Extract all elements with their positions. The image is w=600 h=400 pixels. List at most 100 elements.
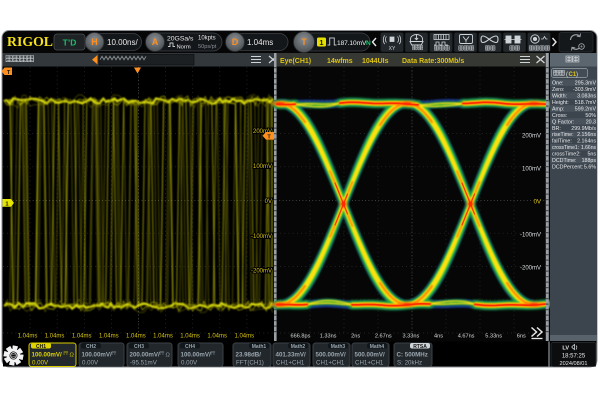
svg-text:3.33ns: 3.33ns bbox=[403, 334, 420, 340]
svg-text:2.67ns: 2.67ns bbox=[375, 334, 392, 340]
svg-text:1.04ms: 1.04ms bbox=[126, 334, 146, 340]
svg-text:Ω: Ω bbox=[166, 353, 171, 359]
svg-text:A: A bbox=[152, 37, 159, 47]
svg-text:H: H bbox=[91, 37, 98, 47]
svg-text:-95.51mV: -95.51mV bbox=[130, 360, 158, 367]
svg-text:1.66ns: 1.66ns bbox=[581, 145, 597, 151]
svg-text:295.3mV: 295.3mV bbox=[575, 81, 597, 87]
svg-text:23.98dB/: 23.98dB/ bbox=[236, 352, 262, 359]
svg-text:CH3: CH3 bbox=[134, 344, 144, 350]
svg-text:6ns: 6ns bbox=[517, 334, 526, 340]
svg-text:Math1: Math1 bbox=[252, 344, 267, 350]
svg-text:666.8ps: 666.8ps bbox=[291, 334, 311, 340]
svg-text:CH4: CH4 bbox=[185, 344, 195, 350]
svg-text:Cross:: Cross: bbox=[552, 113, 567, 119]
svg-text:Height:: Height: bbox=[552, 100, 569, 106]
svg-text:500.00mV/: 500.00mV/ bbox=[316, 352, 347, 359]
svg-text:Norm: Norm bbox=[177, 45, 191, 51]
svg-text:CH1+CH1: CH1+CH1 bbox=[355, 360, 384, 367]
svg-text:T’D: T’D bbox=[63, 38, 77, 48]
svg-text:-100mV: -100mV bbox=[520, 233, 541, 239]
svg-text:CH1+CH1: CH1+CH1 bbox=[316, 360, 345, 367]
svg-text:1: 1 bbox=[319, 38, 323, 47]
svg-text:299.9Mb/s: 299.9Mb/s bbox=[571, 126, 596, 132]
svg-text:4ns: 4ns bbox=[434, 334, 443, 340]
svg-text:RTSA: RTSA bbox=[413, 344, 427, 350]
svg-text:10.00ns/: 10.00ns/ bbox=[107, 38, 138, 47]
svg-text:0V: 0V bbox=[534, 200, 541, 206]
svg-text:DCDTime:: DCDTime: bbox=[552, 158, 577, 164]
svg-text:crossTime1:: crossTime1: bbox=[552, 145, 579, 151]
svg-text:D: D bbox=[232, 37, 239, 47]
svg-text:500.00mV/: 500.00mV/ bbox=[355, 352, 386, 359]
svg-text:N: N bbox=[366, 40, 371, 47]
svg-text:50%: 50% bbox=[585, 113, 596, 119]
svg-text:BR:: BR: bbox=[552, 126, 561, 132]
svg-text:1.33ns: 1.33ns bbox=[320, 334, 337, 340]
svg-text:1.04ms: 1.04ms bbox=[45, 334, 65, 340]
svg-text:RIGOL: RIGOL bbox=[7, 34, 53, 49]
svg-text:T: T bbox=[301, 37, 307, 47]
svg-text:0.00V: 0.00V bbox=[32, 360, 49, 367]
svg-text:Ω: Ω bbox=[70, 353, 75, 359]
svg-text:1.04ms: 1.04ms bbox=[99, 334, 119, 340]
svg-text:3.083ns: 3.083ns bbox=[577, 94, 596, 100]
svg-text:): ) bbox=[576, 72, 578, 78]
svg-text:1.04ms: 1.04ms bbox=[207, 334, 227, 340]
svg-text:187.10mV: 187.10mV bbox=[337, 40, 367, 47]
svg-text:0V: 0V bbox=[265, 199, 272, 205]
svg-text:1.04ms: 1.04ms bbox=[247, 38, 273, 47]
svg-text:2ns: 2ns bbox=[351, 334, 360, 340]
svg-text:C: 500MHz: C: 500MHz bbox=[397, 352, 428, 359]
svg-text:1.04ms: 1.04ms bbox=[234, 334, 254, 340]
svg-text:-100mV: -100mV bbox=[251, 234, 272, 240]
svg-text:CH2: CH2 bbox=[86, 344, 96, 350]
svg-text:1.04ms: 1.04ms bbox=[180, 334, 200, 340]
svg-text:-200mV: -200mV bbox=[520, 266, 541, 272]
svg-text:crossTime2:: crossTime2: bbox=[552, 152, 581, 158]
svg-text:20GSa/s: 20GSa/s bbox=[167, 36, 194, 43]
svg-text:5ns: 5ns bbox=[587, 152, 596, 158]
svg-text:Math4: Math4 bbox=[370, 344, 385, 350]
svg-text:Width:: Width: bbox=[552, 94, 567, 100]
svg-text:Zero:: Zero: bbox=[552, 87, 564, 93]
svg-text:1.04ms: 1.04ms bbox=[153, 334, 173, 340]
svg-text:200.00mV/: 200.00mV/ bbox=[130, 352, 161, 359]
svg-text:188ps: 188ps bbox=[582, 158, 597, 164]
svg-text:Amp:: Amp: bbox=[552, 106, 564, 112]
svg-text:2.164ns: 2.164ns bbox=[577, 139, 596, 145]
svg-text:599.2mV: 599.2mV bbox=[575, 106, 597, 112]
svg-text:fallTime:: fallTime: bbox=[552, 139, 572, 145]
svg-text:Data Rate:300Mb/s: Data Rate:300Mb/s bbox=[402, 58, 464, 65]
svg-text:Q Factor:: Q Factor: bbox=[552, 119, 574, 125]
svg-text:LV: LV bbox=[562, 346, 569, 352]
svg-text:14wfms: 14wfms bbox=[327, 58, 353, 65]
svg-text:2024/08/01: 2024/08/01 bbox=[560, 361, 588, 367]
svg-text:2.156ns: 2.156ns bbox=[577, 132, 596, 138]
svg-text:18:57:25: 18:57:25 bbox=[562, 354, 586, 360]
svg-text:DCDPercent:: DCDPercent: bbox=[552, 164, 583, 170]
svg-text:CH1: CH1 bbox=[36, 344, 46, 350]
svg-text:1044UIs: 1044UIs bbox=[362, 58, 389, 65]
svg-text:100.00mV/: 100.00mV/ bbox=[181, 352, 212, 359]
svg-text:FFT(CH1): FFT(CH1) bbox=[236, 360, 264, 367]
svg-text:50ps/pt: 50ps/pt bbox=[198, 44, 217, 50]
svg-text:100.00mV/: 100.00mV/ bbox=[82, 352, 113, 359]
svg-text:0.00V: 0.00V bbox=[82, 360, 99, 367]
svg-text:Eye(CH1): Eye(CH1) bbox=[280, 58, 311, 65]
svg-text:CH1+CH1: CH1+CH1 bbox=[276, 360, 305, 367]
svg-text:Math2: Math2 bbox=[291, 344, 306, 350]
svg-text:S: 20kHz: S: 20kHz bbox=[397, 360, 422, 367]
svg-text:10kpts: 10kpts bbox=[198, 36, 216, 42]
svg-text:1.04ms: 1.04ms bbox=[18, 334, 38, 340]
svg-text:5.33ns: 5.33ns bbox=[485, 334, 502, 340]
svg-text:Math3: Math3 bbox=[331, 344, 346, 350]
svg-text:riseTime:: riseTime: bbox=[552, 132, 574, 138]
svg-text:1.04ms: 1.04ms bbox=[72, 334, 92, 340]
svg-text:4.67ns: 4.67ns bbox=[458, 334, 475, 340]
svg-text:401.33mV/: 401.33mV/ bbox=[276, 352, 307, 359]
svg-text:5.6%: 5.6% bbox=[584, 164, 596, 170]
svg-text:20.3: 20.3 bbox=[586, 119, 596, 125]
svg-text:100mV: 100mV bbox=[253, 164, 272, 170]
svg-text:0.00V: 0.00V bbox=[181, 360, 198, 367]
